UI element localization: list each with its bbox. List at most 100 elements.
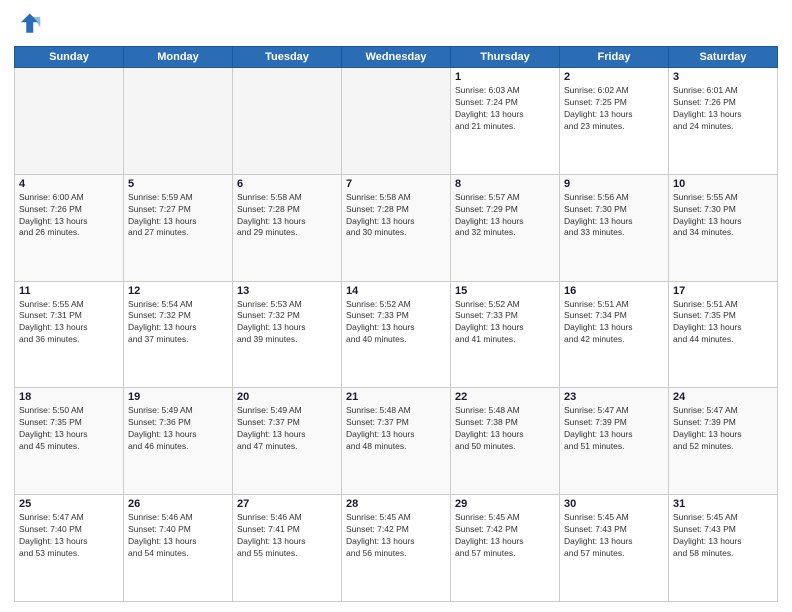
calendar-cell: 8 Sunrise: 5:57 AM Sunset: 7:29 PM Daylig… — [451, 174, 560, 281]
day-number: 7 — [346, 178, 446, 190]
day-info: Sunrise: 5:52 AM Sunset: 7:33 PM Dayligh… — [346, 299, 446, 347]
calendar-cell: 16Sunrise: 5:51 AM Sunset: 7:34 PM Dayli… — [560, 281, 669, 388]
calendar-cell: 22Sunrise: 5:48 AM Sunset: 7:38 PM Dayli… — [451, 388, 560, 495]
day-number: 14 — [346, 285, 446, 297]
day-header-saturday: Saturday — [669, 47, 778, 68]
day-number: 22 — [455, 391, 555, 403]
day-info: Sunrise: 5:53 AM Sunset: 7:32 PM Dayligh… — [237, 299, 337, 347]
day-info: Sunrise: 5:46 AM Sunset: 7:41 PM Dayligh… — [237, 512, 337, 560]
day-number: 26 — [128, 498, 228, 510]
calendar-cell: 19 Sunrise: 5:49 AM Sunset: 7:36 PM Dayli… — [124, 388, 233, 495]
day-number: 18 — [19, 391, 119, 403]
day-info: Sunrise: 5:58 AM Sunset: 7:28 PM Dayligh… — [346, 192, 446, 240]
day-number: 30 — [564, 498, 664, 510]
calendar-cell: 9Sunrise: 5:56 AM Sunset: 7:30 PM Daylig… — [560, 174, 669, 281]
day-number: 8 — [455, 178, 555, 190]
calendar-cell — [342, 68, 451, 175]
calendar-week-1: 1Sunrise: 6:03 AM Sunset: 7:24 PM Daylig… — [15, 68, 778, 175]
calendar-cell: 29 Sunrise: 5:45 AM Sunset: 7:42 PM Dayli… — [451, 495, 560, 602]
day-header-monday: Monday — [124, 47, 233, 68]
day-info: Sunrise: 5:47 AM Sunset: 7:39 PM Dayligh… — [564, 405, 664, 453]
day-info: Sunrise: 5:45 AM Sunset: 7:43 PM Dayligh… — [564, 512, 664, 560]
day-info: Sunrise: 5:45 AM Sunset: 7:42 PM Dayligh… — [455, 512, 555, 560]
calendar-cell: 31 Sunrise: 5:45 AM Sunset: 7:43 PM Dayli… — [669, 495, 778, 602]
calendar-cell: 25 Sunrise: 5:47 AM Sunset: 7:40 PM Dayli… — [15, 495, 124, 602]
day-info: Sunrise: 5:49 AM Sunset: 7:36 PM Dayligh… — [128, 405, 228, 453]
day-info: Sunrise: 5:58 AM Sunset: 7:28 PM Dayligh… — [237, 192, 337, 240]
calendar-cell: 17 Sunrise: 5:51 AM Sunset: 7:35 PM Dayli… — [669, 281, 778, 388]
day-number: 21 — [346, 391, 446, 403]
day-info: Sunrise: 5:51 AM Sunset: 7:35 PM Dayligh… — [673, 299, 773, 347]
calendar-cell: 23 Sunrise: 5:47 AM Sunset: 7:39 PM Dayli… — [560, 388, 669, 495]
day-info: Sunrise: 5:54 AM Sunset: 7:32 PM Dayligh… — [128, 299, 228, 347]
day-number: 31 — [673, 498, 773, 510]
day-info: Sunrise: 5:46 AM Sunset: 7:40 PM Dayligh… — [128, 512, 228, 560]
calendar-cell — [15, 68, 124, 175]
day-info: Sunrise: 5:49 AM Sunset: 7:37 PM Dayligh… — [237, 405, 337, 453]
day-header-sunday: Sunday — [15, 47, 124, 68]
day-number: 17 — [673, 285, 773, 297]
calendar-cell: 6 Sunrise: 5:58 AM Sunset: 7:28 PM Daylig… — [233, 174, 342, 281]
header — [14, 10, 778, 38]
day-number: 15 — [455, 285, 555, 297]
day-info: Sunrise: 5:51 AM Sunset: 7:34 PM Dayligh… — [564, 299, 664, 347]
day-header-friday: Friday — [560, 47, 669, 68]
page: SundayMondayTuesdayWednesdayThursdayFrid… — [0, 0, 792, 612]
day-number: 10 — [673, 178, 773, 190]
day-number: 24 — [673, 391, 773, 403]
day-header-wednesday: Wednesday — [342, 47, 451, 68]
day-info: Sunrise: 6:00 AM Sunset: 7:26 PM Dayligh… — [19, 192, 119, 240]
logo — [14, 10, 46, 38]
day-header-tuesday: Tuesday — [233, 47, 342, 68]
calendar-week-2: 4 Sunrise: 6:00 AM Sunset: 7:26 PM Daylig… — [15, 174, 778, 281]
day-info: Sunrise: 5:57 AM Sunset: 7:29 PM Dayligh… — [455, 192, 555, 240]
day-info: Sunrise: 6:03 AM Sunset: 7:24 PM Dayligh… — [455, 85, 555, 133]
day-number: 23 — [564, 391, 664, 403]
day-number: 25 — [19, 498, 119, 510]
calendar-cell: 4 Sunrise: 6:00 AM Sunset: 7:26 PM Daylig… — [15, 174, 124, 281]
day-info: Sunrise: 6:01 AM Sunset: 7:26 PM Dayligh… — [673, 85, 773, 133]
day-number: 20 — [237, 391, 337, 403]
day-number: 27 — [237, 498, 337, 510]
calendar-week-3: 11 Sunrise: 5:55 AM Sunset: 7:31 PM Dayli… — [15, 281, 778, 388]
calendar-cell: 18 Sunrise: 5:50 AM Sunset: 7:35 PM Dayli… — [15, 388, 124, 495]
calendar-table: SundayMondayTuesdayWednesdayThursdayFrid… — [14, 46, 778, 602]
day-info: Sunrise: 5:59 AM Sunset: 7:27 PM Dayligh… — [128, 192, 228, 240]
calendar-cell: 20 Sunrise: 5:49 AM Sunset: 7:37 PM Dayli… — [233, 388, 342, 495]
day-header-thursday: Thursday — [451, 47, 560, 68]
calendar-cell — [124, 68, 233, 175]
calendar-cell: 12Sunrise: 5:54 AM Sunset: 7:32 PM Dayli… — [124, 281, 233, 388]
day-info: Sunrise: 5:56 AM Sunset: 7:30 PM Dayligh… — [564, 192, 664, 240]
day-number: 13 — [237, 285, 337, 297]
calendar-cell: 21 Sunrise: 5:48 AM Sunset: 7:37 PM Dayli… — [342, 388, 451, 495]
calendar-cell: 15 Sunrise: 5:52 AM Sunset: 7:33 PM Dayli… — [451, 281, 560, 388]
day-number: 11 — [19, 285, 119, 297]
calendar-cell: 30 Sunrise: 5:45 AM Sunset: 7:43 PM Dayli… — [560, 495, 669, 602]
day-info: Sunrise: 5:47 AM Sunset: 7:40 PM Dayligh… — [19, 512, 119, 560]
calendar-cell: 2Sunrise: 6:02 AM Sunset: 7:25 PM Daylig… — [560, 68, 669, 175]
day-info: Sunrise: 5:45 AM Sunset: 7:42 PM Dayligh… — [346, 512, 446, 560]
calendar-week-5: 25 Sunrise: 5:47 AM Sunset: 7:40 PM Dayli… — [15, 495, 778, 602]
day-number: 4 — [19, 178, 119, 190]
day-number: 3 — [673, 71, 773, 83]
calendar-cell: 13 Sunrise: 5:53 AM Sunset: 7:32 PM Dayli… — [233, 281, 342, 388]
day-number: 6 — [237, 178, 337, 190]
calendar-cell: 26 Sunrise: 5:46 AM Sunset: 7:40 PM Dayli… — [124, 495, 233, 602]
calendar-cell: 10Sunrise: 5:55 AM Sunset: 7:30 PM Dayli… — [669, 174, 778, 281]
day-info: Sunrise: 5:45 AM Sunset: 7:43 PM Dayligh… — [673, 512, 773, 560]
logo-icon — [14, 10, 42, 38]
calendar-cell: 5 Sunrise: 5:59 AM Sunset: 7:27 PM Daylig… — [124, 174, 233, 281]
day-info: Sunrise: 5:52 AM Sunset: 7:33 PM Dayligh… — [455, 299, 555, 347]
day-number: 29 — [455, 498, 555, 510]
day-number: 19 — [128, 391, 228, 403]
calendar-cell: 1Sunrise: 6:03 AM Sunset: 7:24 PM Daylig… — [451, 68, 560, 175]
day-number: 2 — [564, 71, 664, 83]
day-number: 28 — [346, 498, 446, 510]
calendar-cell: 7 Sunrise: 5:58 AM Sunset: 7:28 PM Daylig… — [342, 174, 451, 281]
day-info: Sunrise: 5:50 AM Sunset: 7:35 PM Dayligh… — [19, 405, 119, 453]
day-number: 5 — [128, 178, 228, 190]
day-info: Sunrise: 5:55 AM Sunset: 7:31 PM Dayligh… — [19, 299, 119, 347]
calendar-header-row: SundayMondayTuesdayWednesdayThursdayFrid… — [15, 47, 778, 68]
calendar-week-4: 18 Sunrise: 5:50 AM Sunset: 7:35 PM Dayli… — [15, 388, 778, 495]
day-info: Sunrise: 5:48 AM Sunset: 7:37 PM Dayligh… — [346, 405, 446, 453]
